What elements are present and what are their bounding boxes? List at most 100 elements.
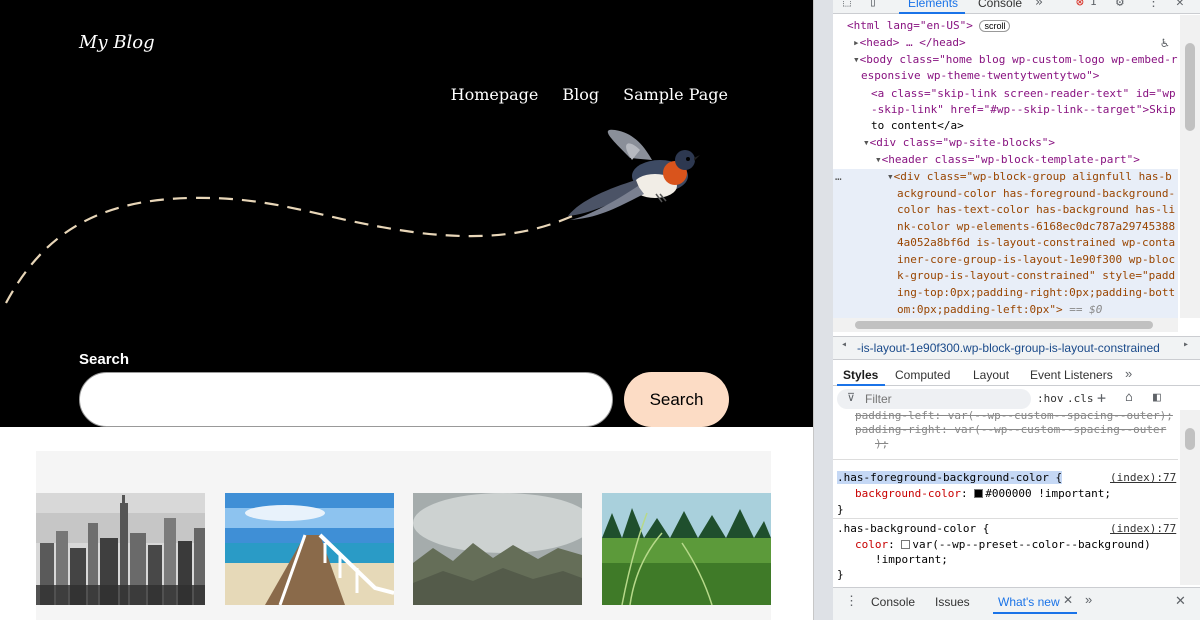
tab-styles[interactable]: Styles	[843, 368, 878, 382]
rule-divider	[833, 518, 1178, 519]
devtools-drawer-bar: ⋮ Console Issues What's new ✕ » ✕	[833, 587, 1200, 620]
class-toggle[interactable]: .cls	[1067, 392, 1094, 405]
breadcrumb-right-arrow-icon[interactable]: ▸	[1183, 339, 1189, 350]
rule-declaration[interactable]: color: var(--wp--preset--color--backgrou…	[855, 537, 1151, 553]
tree-scroll-thumb[interactable]	[1185, 43, 1195, 131]
styles-rules-pane: padding-left: var(--wp--custom--spacing-…	[833, 410, 1178, 585]
close-devtools-icon[interactable]: ✕	[1176, 0, 1184, 10]
selected-node-line: 4a052a8bf6d is-layout-constrained wp-con…	[897, 236, 1176, 249]
styles-filter-row: ⊽ :hov .cls + ⌂ ◧	[833, 388, 1200, 410]
selected-node-line: color has-text-color has-background has-…	[897, 203, 1176, 216]
devtools-toolbar: ⬚ ▯ Elements Console » ⊗ 1 ⚙ ⋮ ✕	[833, 0, 1200, 14]
nav-item-sample-page[interactable]: Sample Page	[623, 85, 728, 104]
more-subtabs-icon[interactable]: »	[1125, 366, 1132, 381]
search-button[interactable]: Search	[624, 372, 729, 427]
tree-node-body[interactable]: ▾<body class="home blog wp-custom-logo w…	[853, 52, 1178, 69]
tree-node-header[interactable]: ▾<header class="wp-block-template-part">	[875, 152, 1140, 169]
settings-gear-icon[interactable]: ⚙	[1116, 0, 1124, 10]
rule-selector[interactable]: .has-foreground-background-color {	[837, 470, 1063, 486]
gallery-image-pier[interactable]	[225, 493, 394, 605]
toggle-sidebar-icon[interactable]: ◧	[1153, 390, 1161, 405]
selected-node-line: ing-top:0px;padding-right:0px;padding-bo…	[897, 286, 1176, 299]
dashed-flight-path	[5, 196, 576, 304]
tab-event-listeners[interactable]: Event Listeners	[1030, 368, 1113, 382]
more-drawer-tabs-icon[interactable]: »	[1085, 592, 1092, 607]
drawer-tab-console[interactable]: Console	[871, 595, 915, 609]
node-options-dots[interactable]: …	[835, 169, 842, 186]
site-title[interactable]: My Blog	[79, 32, 155, 53]
bird-illustration	[568, 129, 700, 220]
main-navigation: Homepage Blog Sample Page	[451, 85, 728, 104]
styles-filter-input[interactable]	[837, 389, 1031, 409]
styles-vertical-scrollbar[interactable]	[1180, 410, 1200, 585]
hover-state-toggle[interactable]: :hov	[1037, 392, 1064, 405]
gallery-image-city[interactable]	[36, 493, 205, 605]
styles-scroll-thumb[interactable]	[1185, 428, 1195, 450]
styles-subtabs: Styles Computed Layout Event Listeners »	[833, 364, 1200, 386]
device-toolbar-icon[interactable]: ▯	[869, 0, 877, 10]
kebab-menu-icon[interactable]: ⋮	[1147, 0, 1160, 10]
tree-node-skip-link[interactable]: <a class="skip-link screen-reader-text" …	[871, 86, 1176, 103]
error-icon[interactable]: ⊗	[1076, 0, 1084, 10]
site-header: My Blog Homepage Blog Sample Page Search…	[0, 0, 813, 427]
rule-divider	[833, 459, 1178, 460]
tab-computed[interactable]: Computed	[895, 368, 950, 382]
error-count: 1	[1090, 0, 1097, 8]
tree-vertical-scrollbar[interactable]	[1180, 15, 1200, 318]
nav-item-blog[interactable]: Blog	[562, 85, 599, 104]
tree-node-body-cont: esponsive wp-theme-twentytwentytwo">	[861, 69, 1100, 82]
color-swatch-icon[interactable]	[974, 489, 984, 498]
drawer-tab-issues[interactable]: Issues	[935, 595, 970, 609]
website-viewport: My Blog Homepage Blog Sample Page Search…	[0, 0, 813, 620]
elements-dom-tree: <html lang="en-US"> scroll ▸<head> … </h…	[833, 15, 1178, 318]
new-style-rule-icon[interactable]: +	[1097, 389, 1106, 407]
overridden-declaration-end: );	[875, 437, 889, 450]
breadcrumb-bar: ◂ -is-layout-1e90f300.wp-block-group-is-…	[833, 336, 1200, 360]
paint-brush-icon[interactable]: ⌂	[1125, 390, 1133, 405]
image-gallery	[36, 451, 771, 620]
rule-source-link[interactable]: (index):77	[1110, 521, 1176, 537]
tab-console[interactable]: Console	[978, 0, 1022, 10]
gallery-image-grass[interactable]	[602, 493, 771, 605]
breadcrumb-left-arrow-icon[interactable]: ◂	[841, 339, 847, 350]
selected-node-line: ▾<div class="wp-block-group alignfull ha…	[887, 170, 1172, 183]
nav-item-homepage[interactable]: Homepage	[451, 85, 539, 104]
overridden-declaration[interactable]: padding-right: var(--wp--custom--spacing…	[855, 422, 1166, 438]
rule-selector[interactable]: .has-background-color {	[837, 521, 989, 537]
close-drawer-icon[interactable]: ✕	[1175, 593, 1186, 609]
panel-splitter[interactable]	[813, 0, 833, 620]
rule-source-link[interactable]: (index):77	[1110, 470, 1176, 486]
selected-node-line: k-group-is-layout-constrained" style="pa…	[897, 269, 1176, 282]
search-label: Search	[79, 351, 130, 368]
rule-declaration[interactable]: background-color: #000000 !important;	[855, 486, 1111, 502]
selected-node-line: iner-core-group-is-layout-1e90f300 wp-bl…	[897, 253, 1176, 266]
tree-node-head[interactable]: ▸<head> … </head>	[853, 35, 966, 52]
drawer-active-indicator	[993, 612, 1077, 614]
gallery-image-forest[interactable]	[413, 493, 582, 605]
scroll-badge[interactable]: scroll	[979, 20, 1011, 32]
styles-tab-indicator	[837, 384, 885, 386]
bird-flight-illustration	[5, 129, 700, 304]
close-tab-icon[interactable]: ✕	[1063, 593, 1073, 607]
tab-elements[interactable]: Elements	[908, 0, 958, 10]
breadcrumb[interactable]: -is-layout-1e90f300.wp-block-group-is-la…	[857, 341, 1160, 355]
inspect-element-icon[interactable]: ⬚	[843, 0, 851, 10]
color-swatch-icon[interactable]	[901, 540, 911, 549]
selected-node-line-last: om:0px;padding-left:0px"> == $0	[897, 303, 1103, 316]
tree-hscroll-thumb[interactable]	[855, 321, 1153, 329]
more-tabs-icon[interactable]: »	[1035, 0, 1043, 10]
tree-node-html[interactable]: <html lang="en-US"> scroll	[847, 18, 1011, 35]
tree-horizontal-scrollbar[interactable]	[833, 318, 1178, 332]
drawer-menu-icon[interactable]: ⋮	[845, 593, 858, 609]
devtools-panel: ⬚ ▯ Elements Console » ⊗ 1 ⚙ ⋮ ✕ <html l…	[833, 0, 1200, 620]
tab-layout[interactable]: Layout	[973, 368, 1009, 382]
drawer-tab-whats-new[interactable]: What's new	[998, 595, 1060, 609]
selected-node-line: ackground-color has-foreground-backgroun…	[897, 187, 1176, 200]
tree-node-skip-link-cont: -skip-link" href="#wp--skip-link--target…	[871, 103, 1176, 116]
rule-close-brace: }	[837, 568, 844, 581]
selected-node-line: nk-color wp-elements-6168ec0dc787a297453…	[897, 220, 1176, 233]
tree-node-site-blocks[interactable]: ▾<div class="wp-site-blocks">	[863, 135, 1055, 152]
search-input[interactable]	[79, 372, 613, 427]
tree-node-skip-link-end: to content</a>	[871, 119, 964, 132]
accessibility-icon[interactable]: ♿	[1161, 36, 1169, 53]
